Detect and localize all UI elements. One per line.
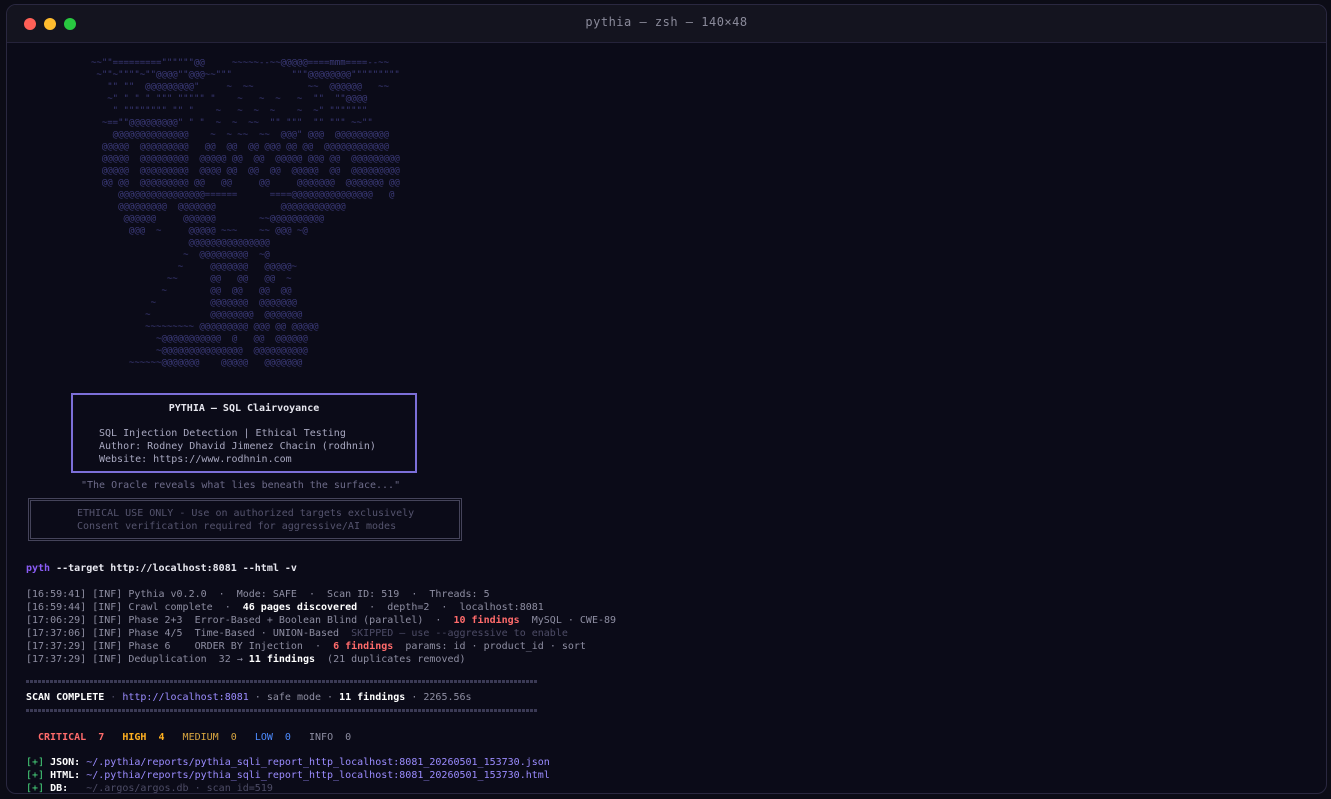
- log-timestamp: [17:37:29] [INF]: [26, 641, 129, 652]
- summary-divider-bottom: [26, 709, 537, 712]
- shell-prompt: pyth: [26, 563, 51, 574]
- log-findings-count: 10 findings: [453, 615, 520, 626]
- log-text: · depth=2 · localhost:8081: [357, 602, 544, 613]
- output-db: [+] DB: ~/.argos/argos.db · scan_id=519: [26, 783, 273, 794]
- log-text: Phase 4/5 Time-Based · UNION-Based: [128, 628, 352, 639]
- log-timestamp: [16:59:44] [INF]: [26, 602, 129, 613]
- log-highlight: 46 pages discovered: [242, 602, 358, 613]
- log-timestamp: [16:59:41] [INF]: [26, 589, 129, 600]
- log-timestamp: [17:37:29] [INF]: [26, 654, 129, 665]
- summary-separator: ·: [104, 692, 123, 703]
- critical-count: 7: [98, 732, 105, 743]
- success-marker: [+]: [26, 770, 45, 781]
- banner-title: PYTHIA — SQL Clairvoyance: [168, 403, 320, 414]
- log-line: [17:37:29] [INF] Phase 6 ORDER BY Inject…: [26, 641, 586, 653]
- critical-label: CRITICAL: [38, 732, 87, 743]
- medium-count: 0: [230, 732, 237, 743]
- severity-breakdown: CRITICAL 7 HIGH 4 MEDIUM 0 LOW 0 INFO 0: [38, 732, 351, 744]
- log-text: MySQL · CWE-89: [519, 615, 617, 626]
- terminal-body[interactable]: ~~""=========""""""@@ ~~~~~--~~@@@@@====…: [7, 43, 1326, 793]
- log-line: [16:59:44] [INF] Crawl complete · 46 pag…: [26, 602, 544, 614]
- log-text: (21 duplicates removed): [315, 654, 466, 665]
- app-banner: PYTHIA — SQL Clairvoyance SQL Injection …: [71, 393, 417, 473]
- terminal-window: pythia — zsh — 140×48 ~~""========="""""…: [6, 4, 1327, 794]
- log-text: params: id · product_id · sort: [393, 641, 586, 652]
- ethical-notice: ETHICAL USE ONLY - Use on authorized tar…: [28, 498, 462, 541]
- log-text: Deduplication 32 →: [128, 654, 249, 665]
- high-count: 4: [158, 732, 165, 743]
- summary-mode: · safe mode ·: [248, 692, 340, 703]
- tagline: "The Oracle reveals what lies beneath th…: [81, 480, 401, 491]
- summary-duration: · 2265.56s: [405, 692, 472, 703]
- log-highlight: 11 findings: [248, 654, 316, 665]
- output-label: JSON:: [44, 757, 87, 768]
- command-args: --target http://localhost:8081 --html -v: [50, 563, 297, 574]
- log-line: [17:37:29] [INF] Deduplication 32 → 11 f…: [26, 654, 466, 666]
- low-count: 0: [284, 732, 291, 743]
- db-path[interactable]: ~/.argos/argos.db · scan_id=519: [86, 783, 273, 793]
- command-line: pyth --target http://localhost:8081 --ht…: [26, 563, 297, 575]
- log-text: Pythia v0.2.0 · Mode: SAFE · Scan ID: 51…: [128, 589, 490, 600]
- high-label: HIGH: [122, 732, 147, 743]
- window-title: pythia — zsh — 140×48: [585, 15, 748, 29]
- log-timestamp: [17:06:29] [INF]: [26, 615, 129, 626]
- info-label: INFO: [309, 732, 334, 743]
- json-report-path[interactable]: ~/.pythia/reports/pythia_sqli_report_htt…: [86, 757, 550, 768]
- success-marker: [+]: [26, 783, 45, 794]
- info-count: 0: [345, 732, 352, 743]
- banner-author: Author: Rodney Dhavid Jimenez Chacin (ro…: [99, 441, 376, 452]
- log-line: [17:37:06] [INF] Phase 4/5 Time-Based · …: [26, 628, 568, 640]
- summary-divider-top: [26, 680, 537, 683]
- log-text: Phase 2+3 Error-Based + Boolean Blind (p…: [128, 615, 454, 626]
- log-findings-count: 6 findings: [333, 641, 394, 652]
- banner-website: Website: https://www.rodhnin.com: [99, 454, 292, 465]
- log-skipped-note: SKIPPED — use --aggressive to enable: [351, 628, 568, 639]
- log-timestamp: [17:37:06] [INF]: [26, 628, 129, 639]
- ethical-line-1: ETHICAL USE ONLY - Use on authorized tar…: [77, 508, 415, 519]
- output-label: HTML:: [44, 770, 87, 781]
- log-text: Crawl complete ·: [128, 602, 243, 613]
- success-marker: [+]: [26, 757, 45, 768]
- log-text: Phase 6 ORDER BY Injection ·: [128, 641, 334, 652]
- low-label: LOW: [254, 732, 273, 743]
- output-json: [+] JSON: ~/.pythia/reports/pythia_sqli_…: [26, 757, 550, 769]
- oracle-ascii-art: ~~""=========""""""@@ ~~~~~--~~@@@@@====…: [91, 58, 400, 368]
- html-report-path[interactable]: ~/.pythia/reports/pythia_sqli_report_htt…: [86, 770, 550, 781]
- summary-findings: 11 findings: [339, 692, 406, 703]
- banner-description: SQL Injection Detection | Ethical Testin…: [99, 428, 346, 439]
- ethical-line-2: Consent verification required for aggres…: [77, 521, 397, 532]
- log-line: [16:59:41] [INF] Pythia v0.2.0 · Mode: S…: [26, 589, 490, 601]
- log-line: [17:06:29] [INF] Phase 2+3 Error-Based +…: [26, 615, 616, 627]
- title-bar[interactable]: pythia — zsh — 140×48: [7, 5, 1326, 43]
- scan-summary: SCAN COMPLETE · http://localhost:8081 · …: [26, 692, 472, 704]
- output-html: [+] HTML: ~/.pythia/reports/pythia_sqli_…: [26, 770, 550, 782]
- summary-target-url: http://localhost:8081: [122, 692, 249, 703]
- summary-label: SCAN COMPLETE: [26, 692, 105, 703]
- output-label: DB:: [44, 783, 87, 794]
- medium-label: MEDIUM: [182, 732, 219, 743]
